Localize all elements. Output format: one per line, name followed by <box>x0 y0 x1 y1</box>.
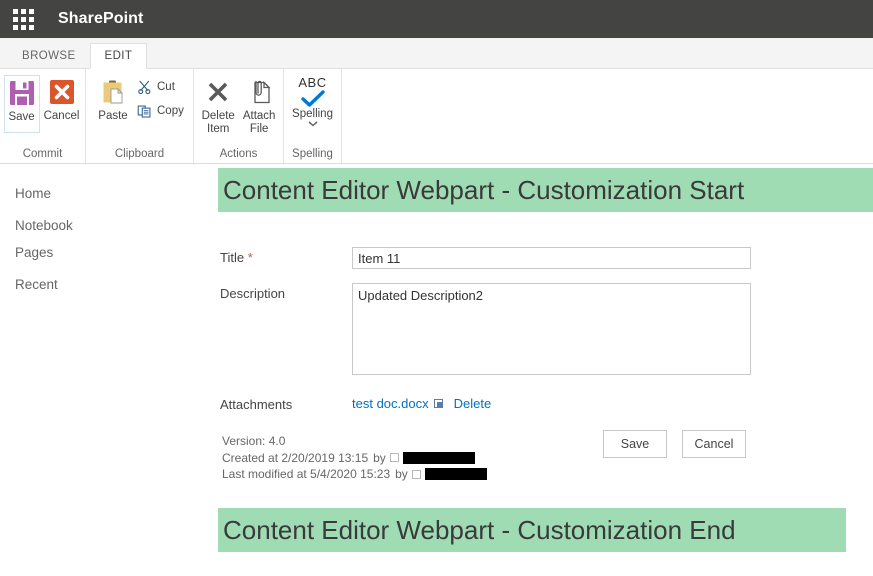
cancel-button-label: Cancel <box>43 110 80 122</box>
app-launcher-waffle-icon[interactable] <box>8 4 38 34</box>
attachment-delete-link[interactable]: Delete <box>454 396 492 411</box>
ribbon-group-label-clipboard: Clipboard <box>114 148 165 160</box>
tab-edit[interactable]: EDIT <box>89 42 148 69</box>
required-marker: * <box>247 250 253 265</box>
created-by-label: by <box>373 450 386 465</box>
attachments-label: Attachments <box>220 397 293 412</box>
presence-indicator-icon-2 <box>411 469 421 479</box>
ribbon-tab-bar: BROWSE EDIT <box>0 38 873 69</box>
attach-file-icon <box>244 77 274 107</box>
cut-button[interactable]: Cut <box>134 78 187 97</box>
sidebar-item-notebook[interactable]: Notebook <box>0 212 218 239</box>
created-text: Created at 2/20/2019 13:15 <box>222 450 369 465</box>
delete-item-line1: Delete <box>201 110 235 122</box>
cut-button-label: Cut <box>157 81 175 94</box>
item-edit-form: Title * Description Attachments test doc… <box>218 212 873 483</box>
suite-bar: SharePoint <box>0 0 873 38</box>
ribbon: Save Cancel Commit Paste Cut Copy Clipbo… <box>0 68 873 165</box>
description-textarea[interactable] <box>352 283 751 375</box>
attach-file-line1: Attach <box>242 110 276 122</box>
modified-by-label: by <box>395 467 408 481</box>
title-field-label: Title * <box>220 247 352 269</box>
spelling-button[interactable]: ABC Spelling <box>290 75 335 143</box>
version-line: Version: 4.0 <box>222 434 286 448</box>
ribbon-group-label-actions: Actions <box>219 148 258 160</box>
attach-file-button[interactable]: Attach File <box>241 75 278 137</box>
save-button-label: Save <box>8 111 35 123</box>
page-body: Home Notebook Pages Recent Content Edito… <box>0 164 873 575</box>
chevron-down-icon[interactable] <box>307 120 319 127</box>
ribbon-group-label-spelling: Spelling <box>292 148 333 160</box>
ribbon-group-clipboard: Paste Cut Copy Clipboard <box>86 69 194 165</box>
delete-x-icon <box>203 77 233 107</box>
ribbon-group-actions: Delete Item Attach File Actions <box>194 69 284 165</box>
attachment-file-link[interactable]: test doc.docx <box>352 396 429 411</box>
ribbon-group-spelling: ABC Spelling Spelling <box>284 69 342 165</box>
ribbon-group-label-commit: Commit <box>22 148 63 160</box>
save-button[interactable]: Save <box>3 75 40 133</box>
form-save-button[interactable]: Save <box>603 430 667 458</box>
attachment-file-icon <box>433 399 443 408</box>
title-label-text: Title <box>220 250 245 265</box>
spelling-check-icon <box>300 89 326 108</box>
webpart-banner-end: Content Editor Webpart - Customization E… <box>218 508 846 552</box>
scissors-icon <box>137 80 152 95</box>
paste-button[interactable]: Paste <box>96 75 130 133</box>
left-navigation: Home Notebook Pages Recent <box>0 164 218 575</box>
created-line: Created at 2/20/2019 13:15 by <box>222 450 873 467</box>
modified-by-name-redacted <box>424 468 487 481</box>
save-floppy-icon <box>7 78 37 108</box>
presence-indicator-icon <box>389 453 399 463</box>
paste-button-label: Paste <box>98 110 128 122</box>
description-field-label: Description <box>220 286 286 301</box>
form-action-buttons: Save Cancel <box>603 430 746 458</box>
spelling-abc-label: ABC <box>298 75 327 90</box>
main-content: Content Editor Webpart - Customization S… <box>218 164 873 575</box>
webpart-banner-start: Content Editor Webpart - Customization S… <box>218 168 873 212</box>
sidebar-item-recent[interactable]: Recent <box>0 271 218 298</box>
copy-pages-icon <box>137 104 152 119</box>
paste-clipboard-icon <box>98 77 128 107</box>
cancel-x-icon <box>47 77 77 107</box>
delete-item-line2: Item <box>207 122 230 135</box>
copy-button-label: Copy <box>157 105 184 118</box>
tab-browse[interactable]: BROWSE <box>8 44 90 69</box>
created-by-name-redacted <box>402 451 475 464</box>
delete-item-button[interactable]: Delete Item <box>200 75 237 137</box>
sidebar-item-home[interactable]: Home <box>0 180 218 207</box>
attachments-row: Attachments test doc.docx Delete <box>220 394 873 413</box>
title-input[interactable] <box>352 247 751 269</box>
spelling-button-label: Spelling <box>292 107 333 120</box>
suite-title[interactable]: SharePoint <box>58 10 143 28</box>
copy-button[interactable]: Copy <box>134 102 187 121</box>
modified-text: Last modified at 5/4/2020 15:23 <box>222 467 391 481</box>
description-field-row: Description <box>220 283 873 380</box>
item-metadata: Version: 4.0 Created at 2/20/2019 13:15 … <box>220 433 873 483</box>
modified-line: Last modified at 5/4/2020 15:23 by <box>222 466 873 483</box>
cancel-button[interactable]: Cancel <box>42 75 82 133</box>
form-cancel-button[interactable]: Cancel <box>682 430 746 458</box>
sidebar-item-pages[interactable]: Pages <box>0 239 218 266</box>
title-field-row: Title * <box>220 247 873 269</box>
ribbon-group-commit: Save Cancel Commit <box>0 69 86 165</box>
attach-file-line2: File <box>249 122 269 135</box>
